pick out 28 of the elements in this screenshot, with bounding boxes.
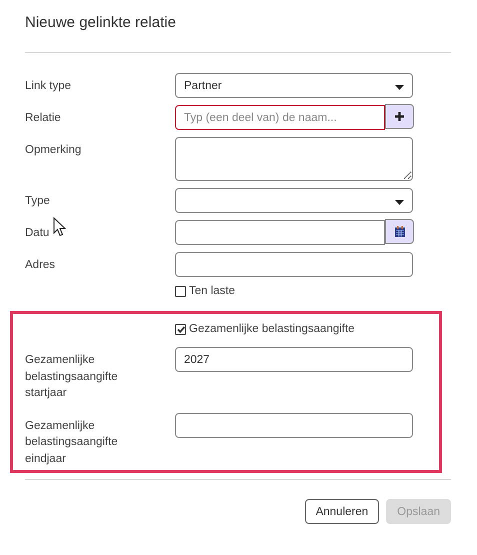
calendar-icon bbox=[394, 226, 404, 237]
plus-icon bbox=[395, 112, 404, 121]
dialog-title: Nieuwe gelinkte relatie bbox=[25, 13, 177, 33]
dropdown[interactable] bbox=[175, 188, 413, 213]
field-label: Type bbox=[25, 194, 50, 209]
field-label: Link type bbox=[25, 79, 72, 94]
field-label: Adres bbox=[25, 258, 56, 273]
caret-icon bbox=[395, 200, 404, 205]
calendar-button[interactable] bbox=[385, 219, 414, 244]
field-label: Gezamenlijke belastingsaangifte startjaar bbox=[25, 353, 119, 401]
search-field[interactable]: Typ (een deel van) de naam... bbox=[175, 105, 385, 130]
action-button[interactable]: Annuleren bbox=[304, 499, 380, 524]
text-area[interactable] bbox=[175, 137, 413, 181]
field-label: Relatie bbox=[25, 111, 61, 126]
dropdown[interactable]: Partner bbox=[175, 73, 413, 98]
add-button[interactable] bbox=[385, 104, 414, 129]
check-icon bbox=[176, 326, 184, 332]
caret-icon bbox=[395, 85, 404, 90]
input-field[interactable] bbox=[175, 412, 413, 438]
field-label: Datu bbox=[25, 226, 50, 241]
input-field[interactable]: 2027 bbox=[175, 347, 413, 372]
field-label: Opmerking bbox=[25, 143, 82, 158]
mouse-cursor-icon bbox=[53, 217, 66, 237]
field-label: Gezamenlijke belastingsaangifte eindjaar bbox=[25, 418, 119, 466]
checkbox-option[interactable]: Gezamenlijke belastingsaangifte bbox=[175, 322, 355, 336]
date-field[interactable] bbox=[175, 220, 385, 245]
input-field[interactable] bbox=[175, 252, 413, 277]
checkbox-option[interactable]: Ten laste bbox=[175, 284, 236, 298]
